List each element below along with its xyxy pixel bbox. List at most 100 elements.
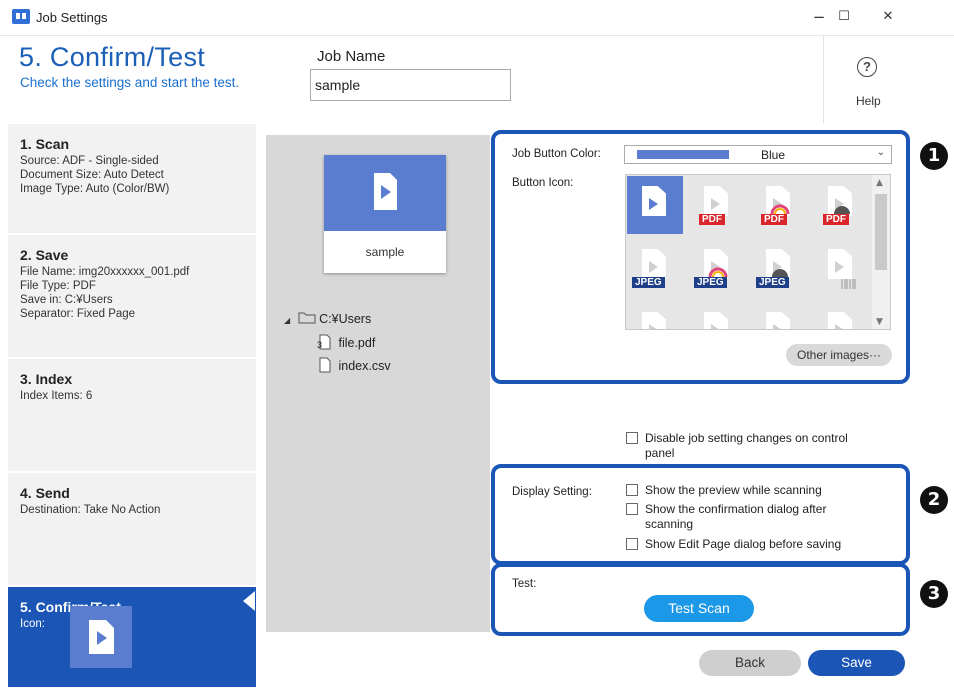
maximize-button[interactable]: ☐ (822, 4, 866, 30)
jpeg-tag: JPEG (694, 277, 727, 288)
callout-badge-1: 1 (920, 142, 948, 170)
icon-option-barcode[interactable] (813, 239, 869, 297)
page-title: 5. Confirm/Test (19, 42, 206, 72)
step-detail: Image Type: Auto (Color/BW) (20, 183, 170, 195)
icon-option-pdf-grey[interactable]: PDF (813, 176, 869, 234)
step-detail: Source: ADF - Single-sided (20, 155, 159, 167)
tree-file-pdf: 3 file.pdf (317, 334, 376, 350)
play-icon (649, 261, 658, 273)
disable-changes-label-2: panel (645, 446, 675, 460)
disable-changes-label: Disable job setting changes on control (645, 431, 848, 445)
test-label: Test: (512, 578, 537, 590)
grey-wheel-icon (772, 269, 788, 277)
barcode-icon (841, 279, 856, 289)
icon-option-jpeg-color[interactable]: JPEG (689, 239, 745, 297)
chevron-down-icon: ⌄ (876, 147, 885, 158)
sidebar-item-scan[interactable]: 1. Scan Source: ADF - Single-sided Docum… (8, 124, 256, 235)
disable-changes-checkbox[interactable] (626, 432, 638, 444)
help-icon[interactable]: ? (857, 57, 877, 77)
icon-option-jpeg-grey[interactable]: JPEG (751, 239, 807, 297)
color-wheel-icon (708, 267, 728, 277)
job-button-preview: sample (324, 155, 446, 273)
sidebar-item-send[interactable]: 4. Send Destination: Take No Action (8, 473, 256, 587)
show-edit-page-checkbox[interactable] (626, 538, 638, 550)
icon-option-more[interactable] (689, 302, 745, 329)
pdf-tag: PDF (823, 214, 849, 225)
tree-folder-label: C:¥Users (319, 312, 372, 326)
show-confirmation-label: Show the confirmation dialog after (645, 502, 827, 516)
icon-option-play[interactable] (627, 176, 683, 234)
other-images-button[interactable]: Other images··· (786, 344, 892, 366)
step-detail: Separator: Fixed Page (20, 308, 136, 320)
tree-expand-icon[interactable]: ◢ (284, 316, 290, 325)
job-name-label: Job Name (317, 48, 386, 65)
show-edit-page-label: Show Edit Page dialog before saving (645, 537, 842, 551)
file-count: 3 (317, 340, 323, 350)
tree-folder: ◢ C:¥Users (284, 312, 371, 326)
job-button-color-area (324, 155, 446, 231)
test-scan-button[interactable]: Test Scan (644, 595, 754, 622)
sidebar-item-save[interactable]: 2. Save File Name: img20xxxxxx_001.pdf F… (8, 235, 256, 359)
job-name-input[interactable] (310, 69, 511, 101)
sidebar-item-index[interactable]: 3. Index Index Items: 6 (8, 359, 256, 473)
show-confirmation-label-2: scanning (645, 517, 694, 531)
tree-file-csv: index.csv (319, 357, 391, 373)
play-icon (835, 261, 844, 273)
job-icon-preview (70, 606, 132, 668)
step-detail: Document Size: Auto Detect (20, 169, 164, 181)
sidebar-item-confirm-test[interactable]: 5. Confirm/Test Icon: (8, 587, 256, 689)
play-document-icon (89, 620, 114, 654)
step-detail: File Type: PDF (20, 280, 96, 292)
scrollbar-thumb[interactable] (875, 194, 887, 270)
jpeg-tag: JPEG (756, 277, 789, 288)
button-icon-grid: PDF PDF PDF JPEG JPEG JPEG (625, 174, 891, 330)
button-icon-label: Button Icon: (512, 177, 574, 189)
file-icon (319, 357, 331, 373)
pdf-tag: PDF (761, 214, 787, 225)
color-value: Blue (761, 148, 786, 162)
callout-badge-3: 3 (920, 580, 948, 608)
job-button-color-select[interactable]: Blue ⌄ (624, 145, 892, 164)
app-icon (12, 9, 30, 24)
display-setting-label: Display Setting: (512, 486, 592, 498)
play-icon (649, 198, 658, 210)
icon-option-jpeg[interactable]: JPEG (627, 239, 683, 297)
help-label[interactable]: Help (856, 94, 881, 108)
close-button[interactable]: ✕ (866, 4, 910, 30)
scroll-down-icon[interactable]: ▼ (876, 317, 883, 327)
step-name: 3. Index (20, 371, 73, 387)
step-name: 5. Confirm/Test (20, 599, 121, 615)
icon-option-pdf[interactable]: PDF (689, 176, 745, 234)
page-subtitle: Check the settings and start the test. (20, 75, 240, 90)
color-wheel-icon (770, 204, 790, 214)
window-title: Job Settings (36, 10, 108, 25)
jpeg-tag: JPEG (632, 277, 665, 288)
play-icon (649, 324, 658, 329)
back-button[interactable]: Back (699, 650, 801, 676)
callout-badge-2: 2 (920, 486, 948, 514)
icon-option-pdf-color[interactable]: PDF (751, 176, 807, 234)
play-icon (773, 324, 782, 329)
step-detail: File Name: img20xxxxxx_001.pdf (20, 266, 190, 278)
title-bar: Job Settings − ☐ ✕ (0, 0, 954, 36)
grey-wheel-icon (834, 206, 850, 214)
folder-icon (298, 312, 316, 324)
show-confirmation-checkbox[interactable] (626, 503, 638, 515)
tree-file-label: index.csv (338, 359, 391, 373)
play-icon (711, 198, 720, 210)
show-preview-label: Show the preview while scanning (645, 483, 822, 497)
job-button-color-label: Job Button Color: (512, 148, 601, 160)
icon-option-more[interactable] (813, 302, 869, 329)
steps-sidebar: 1. Scan Source: ADF - Single-sided Docum… (8, 124, 256, 689)
show-preview-checkbox[interactable] (626, 484, 638, 496)
step-name: 2. Save (20, 247, 69, 263)
step-detail: Icon: (20, 618, 45, 630)
scroll-up-icon[interactable]: ▲ (876, 178, 883, 188)
step-detail: Save in: C:¥Users (20, 294, 113, 306)
tree-file-label: file.pdf (338, 336, 376, 350)
play-icon (711, 324, 720, 329)
save-button[interactable]: Save (808, 650, 905, 676)
icon-option-more[interactable] (627, 302, 683, 329)
icon-option-more[interactable] (751, 302, 807, 329)
help-button[interactable] (823, 36, 954, 123)
